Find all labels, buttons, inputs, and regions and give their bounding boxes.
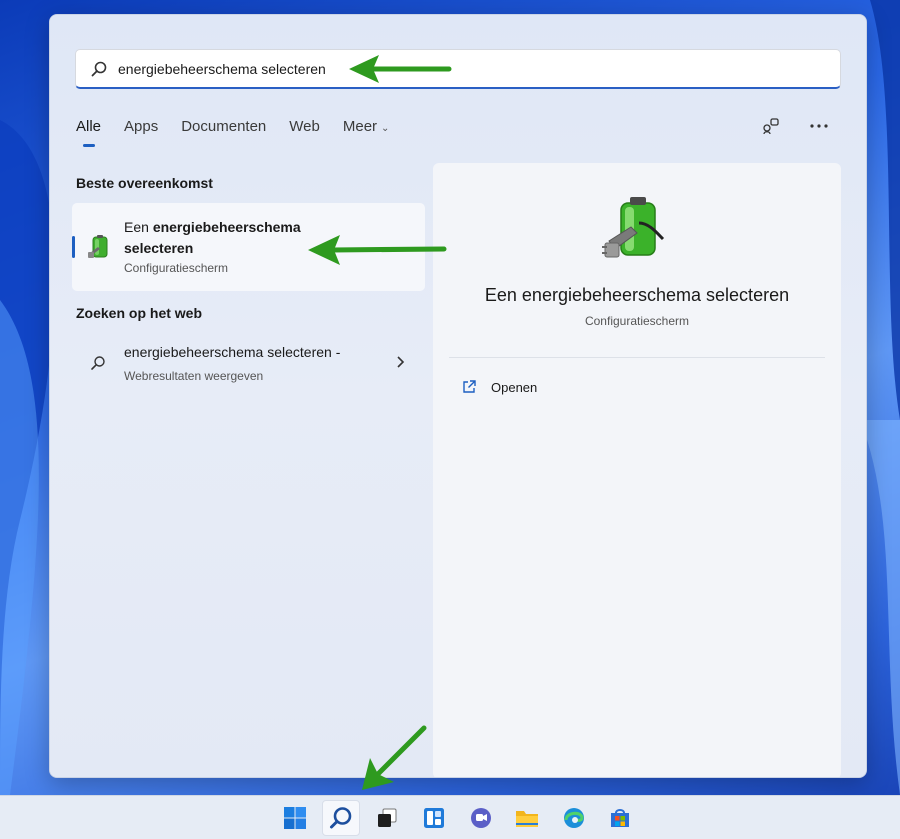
best-match-title-prefix: Een: [124, 219, 149, 235]
open-external-icon: [463, 380, 476, 393]
best-match-title-bold: energiebeheerschema selecteren: [124, 219, 301, 256]
search-icon: [330, 807, 352, 829]
chevron-right-icon: [397, 356, 405, 368]
search-flyout: Alle Apps Documenten Web Meer⌄ Beste ove…: [49, 14, 867, 778]
web-result-title: energiebeheerschema selecteren -: [124, 344, 341, 360]
best-match-title: Een energiebeheerschema selecteren: [124, 217, 324, 259]
microsoft-store-button[interactable]: [601, 800, 639, 836]
battery-plug-icon: [88, 235, 108, 258]
battery-plug-icon: [602, 197, 665, 258]
tab-meer-label: Meer: [342, 118, 378, 135]
divider: [449, 357, 825, 358]
widgets-button[interactable]: [415, 800, 453, 836]
filter-tabs: Alle Apps Documenten Web Meer ⌄: [76, 118, 412, 147]
detail-subtitle: Configuratiescherm: [584, 314, 690, 328]
edge-browser-button[interactable]: [555, 800, 593, 836]
task-view-icon: [378, 808, 397, 827]
file-explorer-button[interactable]: [508, 800, 546, 836]
start-button[interactable]: [276, 800, 314, 836]
best-match-heading: Beste overeenkomst: [76, 175, 213, 191]
task-view-button[interactable]: [368, 800, 406, 836]
taskbar-search-button[interactable]: [322, 800, 360, 836]
web-search-result[interactable]: energiebeheerschema selecteren - Webresu…: [72, 335, 425, 391]
store-icon: [611, 809, 629, 827]
more-options-icon[interactable]: [808, 115, 830, 137]
tab-documenten[interactable]: Documenten: [181, 118, 266, 135]
web-search-heading: Zoeken op het web: [76, 305, 203, 321]
teams-chat-button[interactable]: [462, 800, 500, 836]
chevron-down-icon: ⌄: [381, 123, 390, 134]
search-box[interactable]: [75, 49, 841, 89]
web-result-subtitle: Webresultaten weergeven: [124, 369, 264, 383]
chat-icon: [471, 808, 491, 828]
tab-web[interactable]: Web: [289, 118, 320, 135]
tab-alle[interactable]: Alle: [76, 118, 101, 147]
search-icon: [91, 61, 107, 76]
detail-title: Een energiebeheerschema selecteren: [484, 285, 790, 305]
annotation-arrow-taskbar: [362, 725, 427, 790]
best-match-subtitle: Configuratiescherm: [124, 261, 229, 275]
widgets-icon: [424, 808, 444, 828]
result-detail-pane: Een energiebeheerschema selecteren Confi…: [433, 163, 841, 777]
search-icon: [91, 356, 105, 370]
annotation-arrow-best-match: [308, 235, 447, 265]
tab-meer[interactable]: Meer ⌄: [343, 118, 390, 135]
header-actions: [760, 115, 830, 137]
edge-icon: [564, 808, 584, 828]
open-label: Openen: [491, 379, 538, 395]
taskbar: [0, 795, 900, 839]
open-button[interactable]: Openen: [461, 379, 537, 395]
windows-logo-icon: [284, 807, 306, 829]
annotation-arrow-search: [349, 55, 452, 83]
folder-icon: [516, 811, 538, 827]
tab-apps[interactable]: Apps: [124, 118, 158, 135]
selection-indicator: [72, 236, 75, 258]
share-network-icon[interactable]: [760, 115, 782, 137]
